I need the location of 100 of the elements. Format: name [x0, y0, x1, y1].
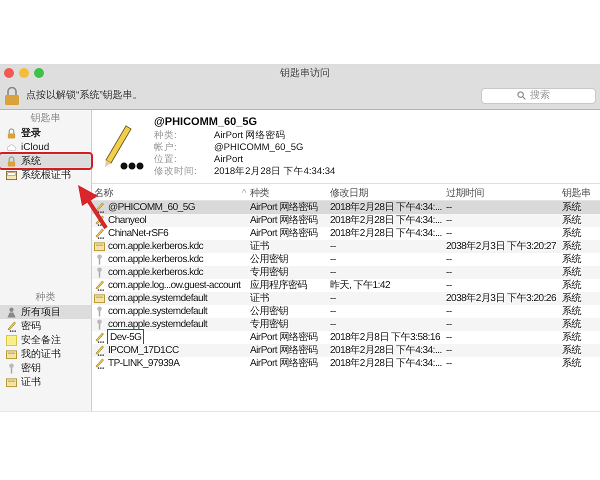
- table-cell-text: AirPort 网络密码: [250, 200, 318, 214]
- table-cell-text: 系统: [562, 266, 581, 280]
- column-header[interactable]: 修改日期: [330, 186, 368, 201]
- table-cell-text: com.apple.systemdefault: [108, 305, 208, 319]
- table-cell-text: ChinaNet-rSF6: [108, 227, 168, 241]
- table-cell-text: com.apple.kerberos.kdc: [108, 266, 204, 280]
- table-row[interactable]: IPCOM_17D1CC AirPort 网络密码 2018年2月28日 下午4:34:... -- 系统: [92, 344, 600, 357]
- table-cell-text: --: [330, 318, 336, 332]
- field-label: 种类:: [154, 130, 178, 142]
- table-cell-text: com.apple.log...ow.guest-account: [108, 279, 240, 293]
- table-cell-text: com.apple.kerberos.kdc: [108, 253, 204, 267]
- keychain-item[interactable]: 系统: [0, 154, 91, 168]
- table-cell-text: --: [330, 253, 336, 267]
- table-row[interactable]: com.apple.systemdefault 专用密钥 -- -- 系统: [92, 318, 600, 331]
- table-cell-text: 系统: [562, 240, 581, 254]
- table-cell-text: 系统: [562, 330, 581, 344]
- table-cell-text: IPCOM_17D1CC: [108, 344, 179, 358]
- table-cell-text: AirPort 网络密码: [250, 356, 318, 371]
- table-cell-text: AirPort 网络密码: [250, 226, 318, 240]
- table-cell-text: 系统: [562, 200, 581, 214]
- table-cell-text: --: [446, 318, 452, 332]
- table-cell-text: 2018年2月28日 下午4:34:...: [330, 344, 442, 358]
- keychain-label: 系统根证书: [21, 168, 71, 182]
- category-item[interactable]: 所有项目: [0, 305, 91, 319]
- field-label: 修改时间:: [154, 166, 198, 178]
- search-field[interactable]: 搜索: [481, 88, 596, 104]
- column-header[interactable]: 种类: [250, 186, 269, 201]
- column-header[interactable]: 钥匙串: [562, 186, 590, 201]
- field-value: AirPort: [214, 154, 244, 166]
- table-cell-text: 系统: [562, 344, 581, 358]
- table-cell-text: 证书: [250, 292, 269, 306]
- table-cell-text: --: [446, 266, 452, 280]
- table-cell-text: --: [446, 331, 452, 345]
- field-value: @PHICOMM_60_5G: [214, 142, 304, 154]
- table-cell-text: 2038年2月3日 下午3:20:26: [446, 292, 556, 306]
- table-cell-text: 应用程序密码: [250, 278, 307, 292]
- keychain-label: iCloud: [21, 140, 50, 154]
- table-cell-text: --: [446, 201, 452, 215]
- field-label: 位置:: [154, 154, 178, 166]
- keychain-item[interactable]: 系统根证书: [0, 168, 91, 182]
- table-cell-text: 2038年2月3日 下午3:20:27: [446, 240, 556, 254]
- table-cell-text: @PHICOMM_60_5G: [108, 201, 196, 215]
- field-value: AirPort 网络密码: [214, 130, 286, 142]
- table-cell-text: AirPort 网络密码: [250, 330, 318, 344]
- table-cell-text: 2018年2月28日 下午4:34:...: [330, 201, 442, 215]
- table-cell-text: AirPort 网络密码: [250, 344, 318, 358]
- keychain-item[interactable]: iCloud: [0, 140, 91, 154]
- table-cell-text: 专用密钥: [250, 318, 288, 332]
- field-label: 帐户:: [154, 142, 178, 154]
- table-row[interactable]: Chanyeol AirPort 网络密码 2018年2月28日 下午4:34:... -- 系统: [92, 214, 600, 227]
- table-row[interactable]: com.apple.kerberos.kdc 专用密钥 -- -- 系统: [92, 266, 600, 279]
- table-cell-text: com.apple.systemdefault: [108, 292, 208, 306]
- category-item[interactable]: 证书: [0, 375, 91, 389]
- table-cell-text: --: [446, 214, 452, 228]
- category-item[interactable]: 我的证书: [0, 347, 91, 361]
- category-item[interactable]: 密钥: [0, 361, 91, 375]
- section-header: 种类: [34, 291, 56, 305]
- sort-indicator: ^: [242, 187, 246, 201]
- table-cell-text: 系统: [562, 278, 581, 292]
- table-cell-text: --: [446, 253, 452, 267]
- table-cell-text: 公用密钥: [250, 252, 288, 266]
- keychain-label: 登录: [21, 126, 41, 140]
- table-cell-text: 系统: [562, 292, 581, 306]
- table-cell-text: 公用密钥: [250, 304, 288, 318]
- table-cell-text: AirPort 网络密码: [250, 214, 318, 228]
- table-cell-text: 系统: [562, 226, 581, 240]
- table-cell-text: --: [446, 227, 452, 241]
- keychain-item[interactable]: 登录: [0, 126, 91, 140]
- table-cell-text: --: [330, 305, 336, 319]
- table-cell-text: 系统: [562, 304, 581, 318]
- table-cell-text: 系统: [562, 252, 581, 266]
- table-cell-text: --: [446, 344, 452, 358]
- table-row[interactable]: @PHICOMM_60_5G AirPort 网络密码 2018年2月28日 下午4:34:... -- 系统: [92, 201, 600, 214]
- category-item[interactable]: 密码: [0, 319, 91, 333]
- table-cell-text: 2018年2月28日 下午4:34:...: [330, 214, 442, 228]
- table-cell-text: 2018年2月28日 下午4:34:...: [330, 227, 442, 241]
- table-cell-text: 系统: [562, 214, 581, 228]
- table-cell-text: 证书: [250, 240, 269, 254]
- table-cell: Dev-5G: [108, 330, 144, 345]
- table-cell-text: --: [446, 279, 452, 293]
- category-item[interactable]: 安全备注: [0, 333, 91, 347]
- table-row[interactable]: com.apple.systemdefault 证书 -- 2038年2月3日 下午3:20:26 系统: [92, 292, 600, 305]
- table-cell-text: 专用密钥: [250, 266, 288, 280]
- table-cell-text: com.apple.kerberos.kdc: [108, 240, 204, 254]
- section-header: 钥匙串: [30, 112, 62, 126]
- column-header[interactable]: 过期时间: [446, 186, 484, 201]
- table-cell-text: TP-LINK_97939A: [108, 357, 180, 371]
- table-cell-text: 系统: [562, 356, 581, 371]
- table-cell-text: 2018年2月8日 下午3:58:16: [330, 331, 440, 345]
- table-cell-text: --: [330, 292, 336, 306]
- keychain-label: 系统: [21, 154, 41, 168]
- table-cell-text: 系统: [562, 318, 581, 332]
- table-cell-text: 2018年2月28日 下午4:34:...: [330, 357, 442, 371]
- table-row[interactable]: com.apple.kerberos.kdc 证书 -- 2038年2月3日 下午3:20:27 系统: [92, 240, 600, 253]
- table-cell-text: Chanyeol: [108, 214, 146, 228]
- item-title: @PHICOMM_60_5G: [154, 115, 258, 130]
- table-cell-text: --: [330, 240, 336, 254]
- window-title: 钥匙串访问: [280, 66, 330, 80]
- table-cell-text: com.apple.systemdefault: [108, 318, 208, 332]
- column-header[interactable]: 名称: [94, 186, 113, 201]
